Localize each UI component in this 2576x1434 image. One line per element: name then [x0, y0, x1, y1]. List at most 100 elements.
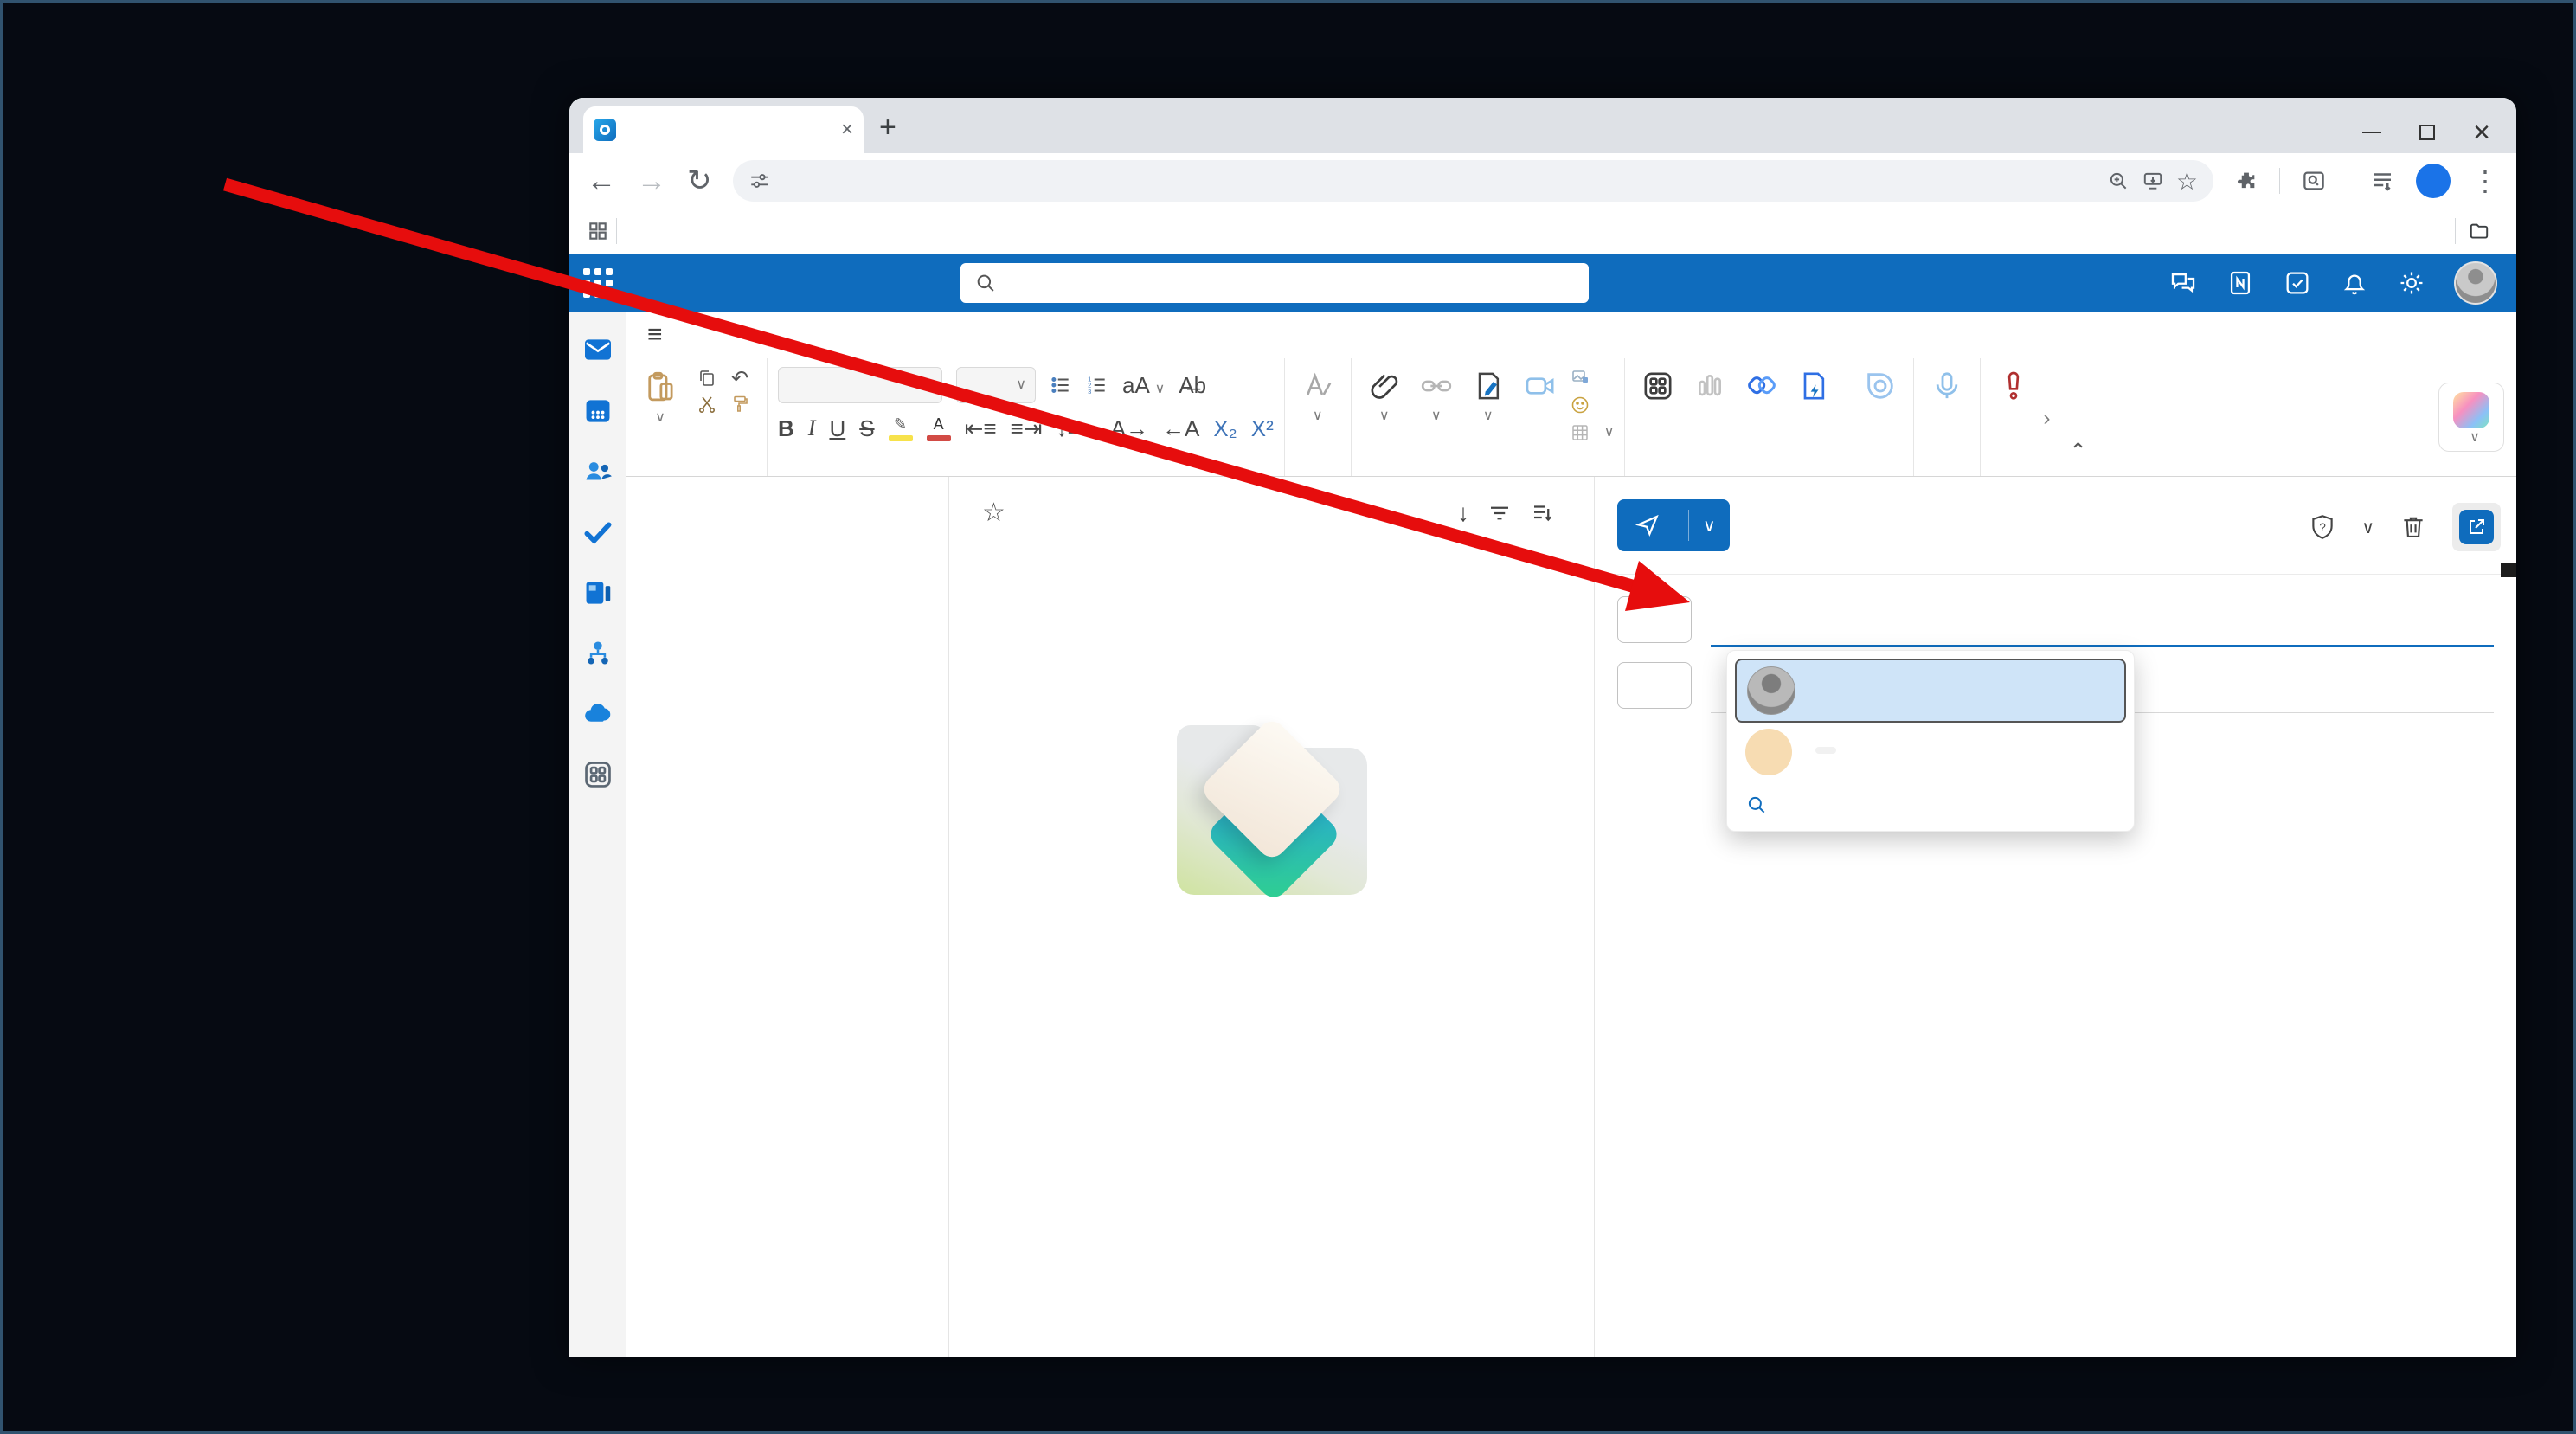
- high-importance-button[interactable]: [1991, 365, 2036, 411]
- install-app-icon[interactable]: [2142, 170, 2164, 192]
- forward-button[interactable]: →: [637, 164, 666, 198]
- insert-group: ∨ ∨ ∨ ∨: [1352, 358, 1626, 476]
- subscript-icon[interactable]: X₂: [1213, 415, 1237, 442]
- loop-components-button[interactable]: [1858, 365, 1903, 411]
- message-options-shield-icon[interactable]: ?: [2308, 512, 2337, 542]
- teams-chat-icon[interactable]: [2168, 268, 2198, 298]
- polls-button[interactable]: [1687, 365, 1732, 411]
- font-name-combo[interactable]: ∨: [778, 367, 942, 403]
- paste-button[interactable]: ∨: [637, 365, 684, 426]
- styles-button[interactable]: ∨: [1295, 365, 1340, 424]
- increase-indent-icon[interactable]: ≡⇥: [1011, 415, 1043, 442]
- bold-icon[interactable]: B: [778, 415, 794, 442]
- suggestion-item-selected[interactable]: [1735, 659, 2126, 723]
- address-bar[interactable]: ☆: [732, 160, 2213, 202]
- side-panel-search-icon[interactable]: [2301, 168, 2327, 194]
- viva-insights-icon: [1748, 376, 1776, 395]
- people-app-icon[interactable]: [581, 455, 614, 488]
- send-button[interactable]: ∨: [1617, 499, 1730, 551]
- viva-insights-button[interactable]: [1739, 365, 1784, 411]
- browser-menu-icon[interactable]: ⋮: [2471, 164, 2499, 197]
- more-commands-chevron-icon[interactable]: ›: [2043, 408, 2050, 429]
- extensions-icon[interactable]: [2234, 169, 2258, 193]
- collapse-ribbon-icon[interactable]: ⌃: [2069, 439, 2086, 464]
- sort-options-icon[interactable]: [1530, 500, 1556, 526]
- cut-icon[interactable]: [697, 394, 717, 415]
- line-spacing-icon[interactable]: ↕≡ ∨: [1057, 415, 1097, 442]
- apps-button[interactable]: [1635, 365, 1680, 411]
- show-more-results-button[interactable]: [1735, 781, 2126, 823]
- reading-list-icon[interactable]: [2369, 168, 2395, 194]
- my-templates-icon: [1804, 372, 1825, 400]
- pictures-button[interactable]: [1570, 367, 1615, 388]
- org-explorer-app-icon[interactable]: [581, 637, 614, 670]
- font-size-combo[interactable]: ∨: [956, 367, 1036, 403]
- new-tab-button[interactable]: +: [879, 111, 896, 145]
- numbered-list-icon[interactable]: 123: [1086, 374, 1108, 396]
- ltr-icon[interactable]: A→: [1111, 415, 1148, 442]
- settings-gear-icon[interactable]: [2397, 268, 2426, 298]
- format-painter-icon[interactable]: [729, 394, 750, 415]
- account-avatar[interactable]: [2454, 261, 2497, 305]
- compose-pane: ∨ ? ∨: [1595, 477, 2516, 1357]
- decrease-indent-icon[interactable]: ⇤≡: [965, 415, 997, 442]
- highlight-icon[interactable]: ✎: [888, 415, 913, 441]
- copy-icon[interactable]: [697, 368, 717, 389]
- apps-shortcut-icon[interactable]: [587, 220, 609, 242]
- app-launcher-waffle-icon[interactable]: [569, 268, 626, 298]
- newsletters-app-icon[interactable]: [581, 576, 614, 609]
- reload-button[interactable]: ↻: [687, 164, 712, 198]
- all-bookmarks-button[interactable]: [2468, 220, 2499, 242]
- chevron-down-icon[interactable]: ∨: [2361, 517, 2374, 538]
- open-in-new-window-button[interactable]: [2452, 503, 2501, 551]
- attach-file-button[interactable]: ∨: [1362, 365, 1407, 424]
- tab-close-icon[interactable]: ×: [841, 118, 853, 142]
- more-apps-icon[interactable]: [581, 758, 614, 791]
- to-button[interactable]: [1617, 596, 1692, 643]
- browser-profile-avatar[interactable]: [2416, 164, 2451, 198]
- change-case-icon[interactable]: aA ∨: [1122, 372, 1165, 399]
- maximize-button[interactable]: [2419, 125, 2436, 140]
- strikethrough-icon[interactable]: S: [859, 415, 874, 442]
- cc-button[interactable]: [1617, 662, 1692, 709]
- browser-tab[interactable]: ×: [583, 106, 864, 153]
- onenote-feed-icon[interactable]: [2226, 268, 2255, 298]
- sort-direction-icon[interactable]: ↓: [1457, 499, 1469, 527]
- discard-trash-icon[interactable]: [2399, 512, 2428, 542]
- undo-icon[interactable]: ↶: [731, 366, 748, 391]
- suggestion-item[interactable]: [1735, 723, 2126, 781]
- superscript-icon[interactable]: X²: [1251, 415, 1274, 442]
- zoom-icon[interactable]: [2107, 170, 2130, 192]
- todo-icon[interactable]: [2283, 268, 2312, 298]
- link-button[interactable]: ∨: [1414, 365, 1459, 424]
- calendar-app-icon[interactable]: [581, 395, 614, 428]
- paste-icon: [648, 371, 673, 402]
- table-button[interactable]: ∨: [1570, 422, 1614, 443]
- bullet-list-icon[interactable]: [1050, 374, 1072, 396]
- favorite-star-icon[interactable]: ☆: [982, 498, 1005, 528]
- filter-icon[interactable]: [1487, 500, 1513, 526]
- my-templates-button[interactable]: [1791, 365, 1836, 411]
- emoji-button[interactable]: [1570, 395, 1615, 415]
- onedrive-app-icon[interactable]: [581, 698, 614, 730]
- site-settings-icon[interactable]: [748, 170, 771, 192]
- minimize-button[interactable]: [2362, 132, 2382, 133]
- clear-formatting-icon[interactable]: A̶b: [1179, 372, 1206, 399]
- send-options-chevron-icon[interactable]: ∨: [1689, 515, 1730, 537]
- copilot-button[interactable]: ∨: [2438, 383, 2504, 452]
- italic-icon[interactable]: I: [808, 415, 816, 441]
- dictate-button[interactable]: [1924, 365, 1969, 411]
- notifications-bell-icon[interactable]: [2340, 268, 2369, 298]
- font-color-icon[interactable]: A: [926, 415, 951, 441]
- rtl-icon[interactable]: ←A: [1162, 415, 1199, 442]
- signature-button[interactable]: ∨: [1466, 365, 1511, 424]
- close-window-button[interactable]: ×: [2473, 118, 2490, 147]
- mail-app-icon[interactable]: [581, 332, 615, 367]
- todo-app-icon[interactable]: [581, 516, 614, 549]
- outlook-search-box[interactable]: [960, 263, 1589, 303]
- bookmark-star-icon[interactable]: ☆: [2176, 167, 2198, 196]
- record-button[interactable]: [1518, 365, 1563, 411]
- underline-icon[interactable]: U: [829, 415, 845, 442]
- back-button[interactable]: ←: [587, 164, 616, 198]
- hamburger-menu-icon[interactable]: ≡: [647, 320, 663, 350]
